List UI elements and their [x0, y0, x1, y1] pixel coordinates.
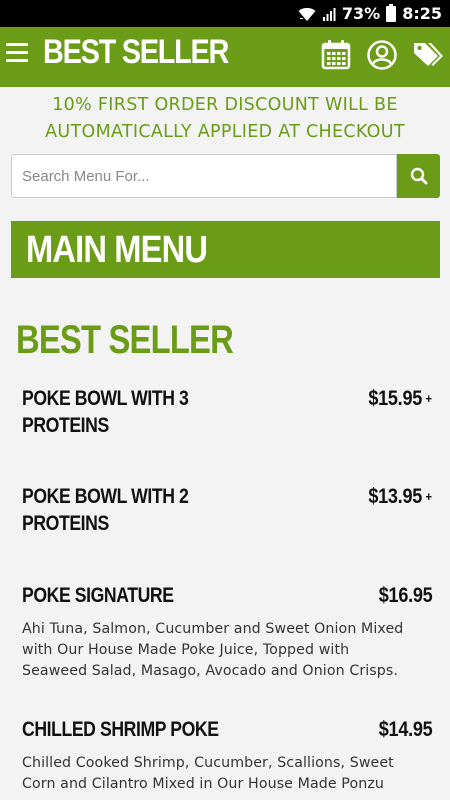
item-name: POKE BOWL WITH 3 PROTEINS — [22, 385, 257, 439]
section-title: BEST SELLER — [16, 318, 234, 362]
page-title: BEST SELLER — [43, 33, 229, 71]
item-name: CHILLED SHRIMP POKE — [22, 718, 219, 741]
item-name-line-1: POKE BOWL WITH 2 — [22, 485, 189, 508]
price-plus: + — [425, 489, 433, 504]
search-icon — [410, 167, 427, 185]
item-description-line-2: Corn and Cilantro Mixed in Our House Mad… — [22, 776, 384, 792]
item-name-line-2: PROTEINS — [22, 414, 109, 437]
menu-item[interactable]: CHILLED SHRIMP POKE $14.95 Chilled Cooke… — [22, 716, 432, 800]
clock: 8:25 — [402, 4, 442, 23]
promo-line-2: AUTOMATICALLY APPLIED AT CHECKOUT — [45, 122, 405, 142]
item-name: POKE SIGNATURE — [22, 584, 174, 607]
menu-item[interactable]: POKE BOWL WITH 3 PROTEINS $15.95 + — [22, 385, 432, 445]
search-bar — [11, 154, 440, 198]
price-value: $15.95 — [368, 387, 423, 410]
item-name-line-2: PROTEINS — [22, 512, 109, 535]
promo-banner: 10% FIRST ORDER DISCOUNT WILL BE AUTOMAT… — [0, 92, 450, 146]
main-menu-banner[interactable]: MAIN MENU — [11, 221, 440, 278]
top-app-bar: BEST SELLER — [0, 27, 450, 87]
menu-item[interactable]: POKE BOWL WITH 2 PROTEINS $13.95 + — [22, 483, 432, 543]
signal-icon — [322, 7, 336, 21]
user-icon[interactable] — [366, 39, 398, 71]
price-value: $13.95 — [368, 485, 423, 508]
item-price: $16.95 — [378, 584, 432, 607]
item-price: $14.95 — [378, 718, 432, 741]
status-icons: 73% 8:25 — [298, 0, 442, 27]
promo-line-1: 10% FIRST ORDER DISCOUNT WILL BE — [52, 95, 398, 115]
item-price: $15.95 + — [368, 385, 433, 412]
search-button[interactable] — [397, 154, 440, 198]
item-price: $13.95 + — [368, 483, 433, 510]
main-menu-title: MAIN MENU — [26, 229, 208, 271]
wifi-icon — [298, 7, 316, 21]
calendar-icon[interactable] — [320, 39, 352, 71]
item-description: Ahi Tuna, Salmon, Cucumber and Sweet Oni… — [22, 619, 432, 682]
item-name: POKE BOWL WITH 2 PROTEINS — [22, 483, 257, 537]
item-description-line-1: Ahi Tuna, Salmon, Cucumber and Sweet Oni… — [22, 621, 404, 637]
price-plus: + — [425, 391, 433, 406]
item-description: Chilled Cooked Shrimp, Cucumber, Scallio… — [22, 753, 432, 795]
search-input[interactable] — [11, 154, 397, 198]
menu-icon[interactable] — [6, 43, 28, 63]
battery-percentage: 73% — [341, 4, 381, 23]
menu-item[interactable]: POKE SIGNATURE $16.95 Ahi Tuna, Salmon, … — [22, 582, 432, 682]
battery-icon — [386, 3, 397, 22]
item-name-line-1: POKE BOWL WITH 3 — [22, 387, 189, 410]
item-description-line-1: Chilled Cooked Shrimp, Cucumber, Scallio… — [22, 755, 394, 771]
tag-icon[interactable] — [412, 39, 444, 71]
item-description-line-2: with Our House Made Poke Juice, Topped w… — [22, 642, 350, 658]
item-description-line-3: Seaweed Salad, Masago, Avocado and Onion… — [22, 663, 398, 679]
status-bar: 73% 8:25 — [0, 0, 450, 27]
